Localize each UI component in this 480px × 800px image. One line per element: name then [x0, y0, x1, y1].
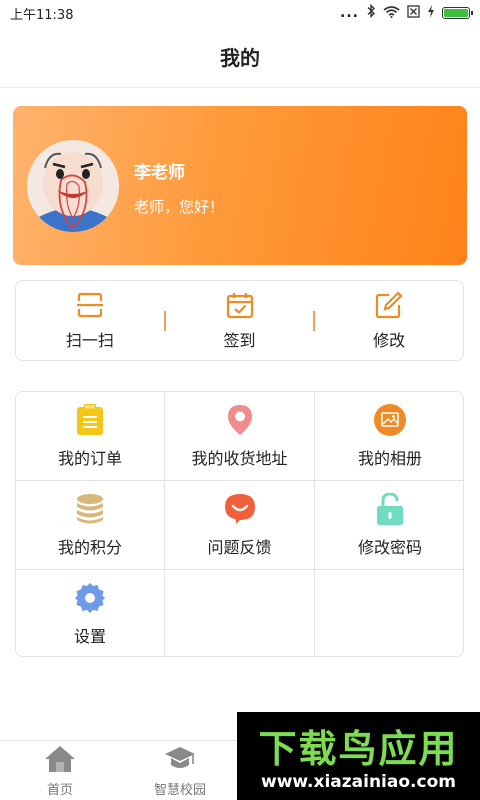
sign-in-button[interactable]: 签到: [166, 281, 314, 360]
watermark-title: 下载鸟应用: [258, 727, 459, 771]
coins-icon: [74, 493, 106, 525]
bluetooth-icon: [366, 3, 376, 22]
home-icon: [44, 745, 76, 777]
grid-label: 修改密码: [357, 537, 422, 557]
feature-grid: 我的订单 我的收货地址 我的相册 我的积分 问题反馈 修改密码 设置: [15, 391, 464, 657]
avatar[interactable]: [27, 140, 119, 232]
user-name: 李老师: [134, 163, 185, 183]
grid-item-points[interactable]: 我的积分: [16, 481, 165, 570]
gear-icon: [74, 582, 106, 614]
feedback-bubble-icon: [224, 493, 256, 525]
grid-label: 我的订单: [57, 448, 122, 468]
grid-empty-cell: [315, 570, 463, 656]
grid-item-address[interactable]: 我的收货地址: [165, 392, 315, 481]
watermark-url: www.xiazainiao.com: [261, 772, 456, 792]
grid-label: 我的相册: [357, 448, 422, 468]
grid-item-settings[interactable]: 设置: [16, 570, 165, 656]
grid-item-orders[interactable]: 我的订单: [16, 392, 165, 481]
watermark: 下载鸟应用 www.xiazainiao.com: [237, 712, 480, 800]
page-title: 我的: [220, 46, 260, 70]
tab-label: 首页: [46, 782, 73, 798]
status-bar: 上午11:38 ...: [0, 0, 480, 26]
clipboard-icon: [74, 403, 106, 436]
more-dots-icon: ...: [340, 5, 359, 21]
edit-label: 修改: [373, 330, 406, 350]
grid-item-change-password[interactable]: 修改密码: [315, 481, 463, 570]
grid-label: 我的收货地址: [191, 448, 288, 468]
edit-icon: [375, 290, 403, 319]
grid-label: 问题反馈: [207, 537, 272, 557]
photo-icon: [374, 403, 406, 436]
battery-icon: [442, 7, 473, 19]
edit-button[interactable]: 修改: [315, 281, 463, 360]
scan-label: 扫一扫: [65, 330, 114, 350]
calendar-check-icon: [226, 291, 254, 319]
status-icons: ...: [340, 3, 473, 22]
grid-label: 设置: [73, 626, 106, 646]
location-pin-icon: [224, 404, 256, 436]
user-greeting: 老师，您好！: [134, 198, 225, 216]
sign-in-label: 签到: [223, 330, 256, 350]
scan-button[interactable]: 扫一扫: [16, 281, 164, 360]
grid-empty-cell: [165, 570, 315, 656]
header: 我的: [0, 26, 480, 88]
status-time: 上午11:38: [10, 7, 74, 23]
unlock-icon: [374, 492, 406, 525]
charging-icon: [427, 4, 435, 22]
graduation-cap-icon: [164, 745, 196, 777]
wifi-icon: [383, 5, 400, 22]
tab-label: 智慧校园: [153, 782, 206, 798]
scan-icon: [76, 291, 104, 319]
grid-item-album[interactable]: 我的相册: [315, 392, 463, 481]
no-sim-icon: [407, 4, 420, 22]
grid-item-feedback[interactable]: 问题反馈: [165, 481, 315, 570]
quick-actions-bar: 扫一扫 签到 修改: [15, 280, 464, 361]
profile-card[interactable]: 李老师 老师，您好！: [13, 106, 467, 265]
tab-smart-campus[interactable]: 智慧校园: [130, 741, 230, 800]
tab-home[interactable]: 首页: [10, 741, 110, 800]
grid-label: 我的积分: [57, 537, 122, 557]
